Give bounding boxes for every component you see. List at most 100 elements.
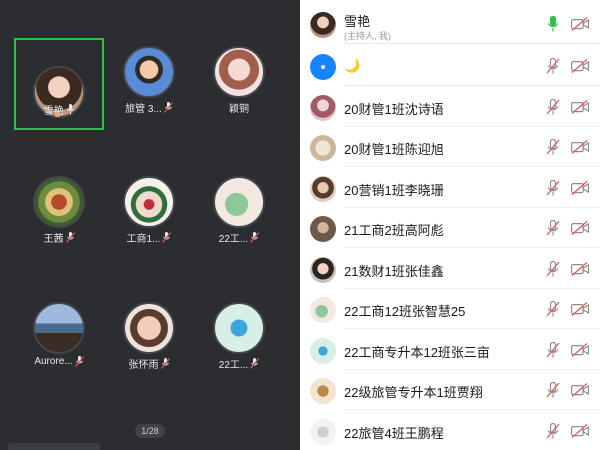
avatar xyxy=(123,302,175,354)
camera-off-icon[interactable] xyxy=(571,17,589,31)
video-tile[interactable]: 22工... xyxy=(194,150,284,245)
participant-name: 22旅管4班王鹏程 xyxy=(344,425,444,441)
video-tile[interactable]: 颖铜 xyxy=(194,20,284,115)
participant-name: 22工商12班张智慧25 xyxy=(344,304,466,319)
row-divider xyxy=(344,43,600,44)
mic-muted-icon[interactable] xyxy=(546,98,560,115)
avatar xyxy=(123,176,175,228)
participant-name: 20财管1班陈迎旭 xyxy=(344,142,444,157)
mic-muted-icon[interactable] xyxy=(546,139,560,155)
bottom-bar xyxy=(8,443,100,450)
avatar xyxy=(310,378,336,404)
participants-list: 雪艳 (主持人, 我) 🌙 20财管1班沈诗语 20财管1班陈迎旭 20营销1班李晓珊 21… xyxy=(300,0,600,450)
camera-off-icon[interactable] xyxy=(571,342,589,357)
page-indicator: 1/28 xyxy=(135,424,165,438)
camera-off-icon[interactable] xyxy=(571,423,589,438)
participant-name: 22级旅管专升本1班贾翔 xyxy=(344,385,483,400)
mic-muted-icon xyxy=(160,358,170,369)
video-tile[interactable]: 王茜 xyxy=(14,150,104,245)
participant-name: 22工商专升本12班张三亩 xyxy=(344,344,490,360)
mic-muted-icon xyxy=(163,102,173,113)
mic-muted-icon[interactable] xyxy=(546,382,560,398)
video-tile[interactable]: 22工... xyxy=(194,276,284,371)
mic-muted-icon[interactable] xyxy=(546,301,560,317)
tile-label: 旅管 3... xyxy=(104,100,194,115)
mic-muted-icon xyxy=(65,232,75,243)
video-tile[interactable]: Aurore... xyxy=(14,276,104,368)
tile-label: 22工... xyxy=(194,356,284,371)
tile-label: Aurore... xyxy=(14,356,104,367)
participant-name: 雪艳 xyxy=(344,14,371,29)
participant-row[interactable]: 20财管1班陈迎旭 xyxy=(300,127,600,167)
participant-name: 🌙 xyxy=(344,58,361,73)
mic-muted-icon xyxy=(162,232,172,243)
video-tile[interactable]: ▲ 雪艳 xyxy=(14,38,104,130)
mic-muted-icon[interactable] xyxy=(546,179,560,196)
video-tile[interactable]: 张怀雨 xyxy=(104,276,194,371)
participant-name: 20营销1班李晓珊 xyxy=(344,182,444,198)
camera-off-icon[interactable] xyxy=(571,180,589,195)
avatar xyxy=(310,418,336,445)
mic-on-icon[interactable] xyxy=(546,16,560,32)
avatar xyxy=(310,54,336,80)
tile-name: 工商1... xyxy=(126,234,161,245)
participant-name: 21数财1班张佳鑫 xyxy=(344,263,444,279)
avatar xyxy=(310,12,336,38)
camera-off-icon[interactable] xyxy=(571,221,589,235)
participant-row[interactable]: 雪艳 (主持人, 我) xyxy=(300,4,600,44)
mic-muted-icon[interactable] xyxy=(546,220,560,236)
avatar xyxy=(310,337,336,364)
participant-row[interactable]: 21数财1班张佳鑫 xyxy=(300,249,600,289)
tile-name: 旅管 3... xyxy=(125,104,162,115)
tile-label: 张怀雨 xyxy=(104,356,194,371)
avatar xyxy=(123,46,175,98)
tile-name: 22工... xyxy=(218,234,249,245)
participant-row[interactable]: 22级旅管专升本1班贾翔 xyxy=(300,370,600,410)
mic-muted-icon xyxy=(74,356,84,367)
mic-muted-icon[interactable] xyxy=(546,58,560,74)
mic-muted-icon xyxy=(250,232,260,243)
participant-role: (主持人, 我) xyxy=(344,31,391,41)
participant-name: 21工商2班高阿彪 xyxy=(344,223,444,238)
participant-row[interactable]: 20财管1班沈诗语 xyxy=(300,87,600,127)
participant-row[interactable]: 22工商专升本12班张三亩 xyxy=(300,330,600,370)
mic-muted-icon[interactable] xyxy=(546,260,560,277)
avatar xyxy=(310,94,336,121)
participant-row[interactable]: 22旅管4班王鹏程 xyxy=(300,411,600,450)
participant-row[interactable]: 22工商12班张智慧25 xyxy=(300,289,600,329)
participant-row[interactable]: 🌙 xyxy=(300,46,600,86)
tile-label: 雪艳 xyxy=(16,102,102,117)
mic-muted-icon[interactable] xyxy=(546,341,560,358)
tile-label: 22工... xyxy=(194,230,284,245)
mic-muted-icon[interactable] xyxy=(546,422,560,439)
camera-off-icon[interactable] xyxy=(571,140,589,154)
avatar xyxy=(33,176,85,228)
camera-off-icon[interactable] xyxy=(571,383,589,397)
camera-off-icon[interactable] xyxy=(571,59,589,73)
tile-label: 工商1... xyxy=(104,230,194,245)
avatar xyxy=(310,256,336,283)
camera-off-icon[interactable] xyxy=(571,302,589,316)
mic-icon xyxy=(66,104,74,115)
avatar xyxy=(310,175,336,202)
camera-off-icon[interactable] xyxy=(571,261,589,276)
camera-off-icon[interactable] xyxy=(571,99,589,114)
avatar xyxy=(213,46,265,98)
avatar xyxy=(33,302,85,354)
tile-name: 王茜 xyxy=(43,234,64,245)
video-tile[interactable]: 工商1... xyxy=(104,150,194,245)
tile-label: 颖铜 xyxy=(194,100,284,115)
avatar xyxy=(310,297,336,323)
participant-row[interactable]: 21工商2班高阿彪 xyxy=(300,208,600,248)
avatar xyxy=(213,176,265,228)
avatar xyxy=(213,302,265,354)
video-tile[interactable]: 旅管 3... xyxy=(104,20,194,115)
participant-row[interactable]: 20营销1班李晓珊 xyxy=(300,168,600,208)
tile-name: 22工... xyxy=(218,360,249,371)
video-grid-panel: ▲ 雪艳 旅管 3... 颖铜 王茜 工商1... 22工... Aurore.… xyxy=(0,0,300,450)
tile-name: 张怀雨 xyxy=(128,360,159,371)
tile-name: Aurore... xyxy=(34,356,73,367)
avatar xyxy=(310,216,336,242)
tile-name: 雪艳 xyxy=(43,106,64,117)
mic-muted-icon xyxy=(250,358,260,369)
